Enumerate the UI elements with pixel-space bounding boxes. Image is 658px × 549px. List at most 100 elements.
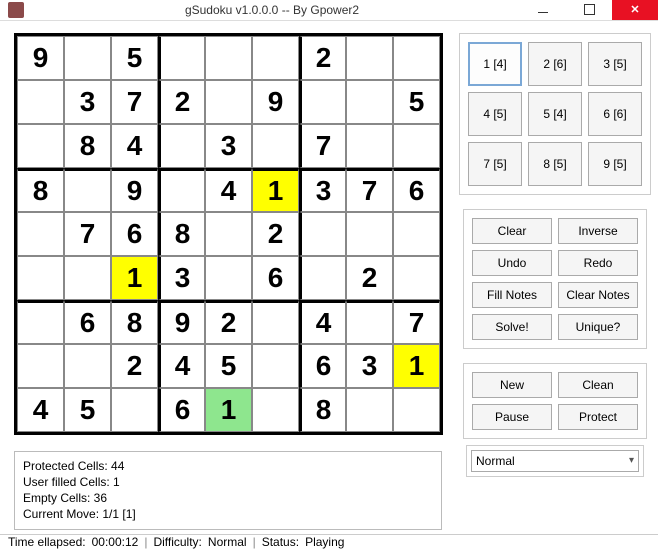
cell-r2-c3[interactable] <box>158 124 205 168</box>
cell-r8-c6[interactable]: 8 <box>299 388 346 432</box>
cell-r8-c5[interactable] <box>252 388 299 432</box>
cell-r3-c0[interactable]: 8 <box>17 168 64 212</box>
cell-r4-c5[interactable]: 2 <box>252 212 299 256</box>
cell-r1-c0[interactable] <box>17 80 64 124</box>
game-pause-button[interactable]: Pause <box>472 404 552 430</box>
cell-r4-c8[interactable] <box>393 212 440 256</box>
close-button[interactable] <box>612 0 658 20</box>
cell-r7-c1[interactable] <box>64 344 111 388</box>
action-unique-button[interactable]: Unique? <box>558 314 638 340</box>
cell-r8-c8[interactable] <box>393 388 440 432</box>
cell-r2-c2[interactable]: 4 <box>111 124 158 168</box>
cell-r2-c7[interactable] <box>346 124 393 168</box>
cell-r6-c1[interactable]: 6 <box>64 300 111 344</box>
cell-r5-c7[interactable]: 2 <box>346 256 393 300</box>
minimize-button[interactable] <box>520 0 566 20</box>
cell-r7-c2[interactable]: 2 <box>111 344 158 388</box>
cell-r1-c6[interactable] <box>299 80 346 124</box>
cell-r7-c4[interactable]: 5 <box>205 344 252 388</box>
cell-r5-c8[interactable] <box>393 256 440 300</box>
cell-r6-c7[interactable] <box>346 300 393 344</box>
cell-r8-c2[interactable] <box>111 388 158 432</box>
cell-r3-c2[interactable]: 9 <box>111 168 158 212</box>
numpad-6[interactable]: 6 [6] <box>588 92 642 136</box>
numpad-2[interactable]: 2 [6] <box>528 42 582 86</box>
cell-r4-c6[interactable] <box>299 212 346 256</box>
cell-r0-c3[interactable] <box>158 36 205 80</box>
cell-r1-c3[interactable]: 2 <box>158 80 205 124</box>
cell-r6-c3[interactable]: 9 <box>158 300 205 344</box>
game-new-button[interactable]: New <box>472 372 552 398</box>
cell-r5-c2[interactable]: 1 <box>111 256 158 300</box>
cell-r4-c0[interactable] <box>17 212 64 256</box>
cell-r3-c4[interactable]: 4 <box>205 168 252 212</box>
difficulty-select[interactable]: Normal <box>471 450 639 472</box>
numpad-5[interactable]: 5 [4] <box>528 92 582 136</box>
cell-r0-c8[interactable] <box>393 36 440 80</box>
cell-r6-c6[interactable]: 4 <box>299 300 346 344</box>
cell-r0-c4[interactable] <box>205 36 252 80</box>
cell-r0-c0[interactable]: 9 <box>17 36 64 80</box>
cell-r4-c3[interactable]: 8 <box>158 212 205 256</box>
cell-r2-c4[interactable]: 3 <box>205 124 252 168</box>
cell-r7-c8[interactable]: 1 <box>393 344 440 388</box>
action-clear-button[interactable]: Clear <box>472 218 552 244</box>
cell-r2-c6[interactable]: 7 <box>299 124 346 168</box>
action-undo-button[interactable]: Undo <box>472 250 552 276</box>
sudoku-board[interactable]: 9523729584378941376768213626892472456314… <box>14 33 443 435</box>
cell-r5-c6[interactable] <box>299 256 346 300</box>
cell-r4-c2[interactable]: 6 <box>111 212 158 256</box>
action-clear-notes-button[interactable]: Clear Notes <box>558 282 638 308</box>
cell-r8-c0[interactable]: 4 <box>17 388 64 432</box>
numpad-1[interactable]: 1 [4] <box>468 42 522 86</box>
cell-r3-c8[interactable]: 6 <box>393 168 440 212</box>
cell-r8-c7[interactable] <box>346 388 393 432</box>
action-inverse-button[interactable]: Inverse <box>558 218 638 244</box>
cell-r3-c7[interactable]: 7 <box>346 168 393 212</box>
cell-r1-c4[interactable] <box>205 80 252 124</box>
cell-r1-c5[interactable]: 9 <box>252 80 299 124</box>
cell-r7-c5[interactable] <box>252 344 299 388</box>
cell-r5-c4[interactable] <box>205 256 252 300</box>
cell-r1-c8[interactable]: 5 <box>393 80 440 124</box>
numpad-9[interactable]: 9 [5] <box>588 142 642 186</box>
cell-r6-c4[interactable]: 2 <box>205 300 252 344</box>
game-clean-button[interactable]: Clean <box>558 372 638 398</box>
cell-r0-c7[interactable] <box>346 36 393 80</box>
cell-r1-c1[interactable]: 3 <box>64 80 111 124</box>
cell-r6-c8[interactable]: 7 <box>393 300 440 344</box>
cell-r6-c0[interactable] <box>17 300 64 344</box>
cell-r4-c1[interactable]: 7 <box>64 212 111 256</box>
game-protect-button[interactable]: Protect <box>558 404 638 430</box>
cell-r8-c3[interactable]: 6 <box>158 388 205 432</box>
cell-r3-c6[interactable]: 3 <box>299 168 346 212</box>
cell-r6-c2[interactable]: 8 <box>111 300 158 344</box>
cell-r4-c4[interactable] <box>205 212 252 256</box>
cell-r0-c6[interactable]: 2 <box>299 36 346 80</box>
cell-r5-c5[interactable]: 6 <box>252 256 299 300</box>
cell-r7-c7[interactable]: 3 <box>346 344 393 388</box>
cell-r7-c0[interactable] <box>17 344 64 388</box>
cell-r8-c4[interactable]: 1 <box>205 388 252 432</box>
action-fill-notes-button[interactable]: Fill Notes <box>472 282 552 308</box>
cell-r1-c7[interactable] <box>346 80 393 124</box>
numpad-8[interactable]: 8 [5] <box>528 142 582 186</box>
cell-r5-c1[interactable] <box>64 256 111 300</box>
cell-r0-c1[interactable] <box>64 36 111 80</box>
cell-r5-c3[interactable]: 3 <box>158 256 205 300</box>
cell-r2-c5[interactable] <box>252 124 299 168</box>
cell-r7-c3[interactable]: 4 <box>158 344 205 388</box>
cell-r0-c2[interactable]: 5 <box>111 36 158 80</box>
maximize-button[interactable] <box>566 0 612 20</box>
cell-r8-c1[interactable]: 5 <box>64 388 111 432</box>
numpad-3[interactable]: 3 [5] <box>588 42 642 86</box>
action-solve-button[interactable]: Solve! <box>472 314 552 340</box>
cell-r4-c7[interactable] <box>346 212 393 256</box>
action-redo-button[interactable]: Redo <box>558 250 638 276</box>
cell-r2-c0[interactable] <box>17 124 64 168</box>
cell-r3-c3[interactable] <box>158 168 205 212</box>
numpad-4[interactable]: 4 [5] <box>468 92 522 136</box>
cell-r7-c6[interactable]: 6 <box>299 344 346 388</box>
cell-r6-c5[interactable] <box>252 300 299 344</box>
cell-r2-c8[interactable] <box>393 124 440 168</box>
